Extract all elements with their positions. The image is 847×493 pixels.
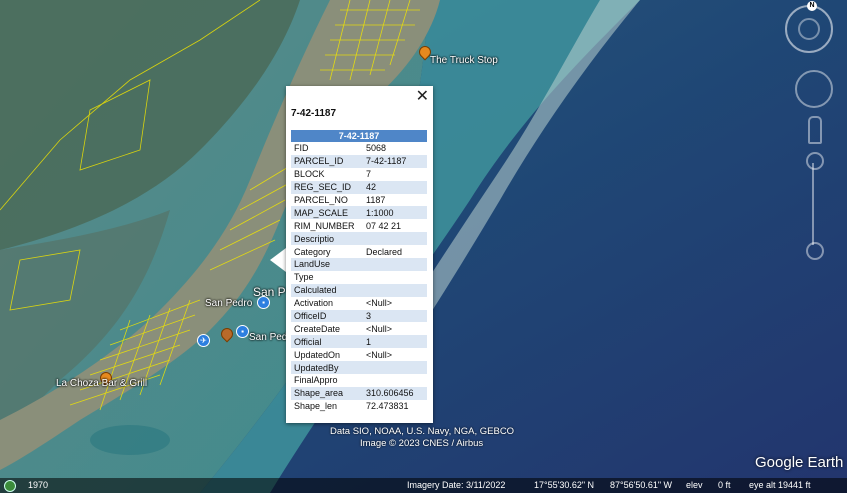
attribute-row: Descriptio <box>291 232 427 246</box>
attribute-key: PARCEL_ID <box>291 154 363 168</box>
compass-icon[interactable] <box>785 5 833 53</box>
attribute-row: Activation <Null> <box>291 297 427 310</box>
attribute-key: Descriptio <box>291 232 363 246</box>
map-attribution: Data SIO, NOAA, U.S. Navy, NGA, GEBCO Im… <box>330 426 530 450</box>
attribute-key: OfficeID <box>291 309 363 323</box>
attribute-value: 5068 <box>366 143 387 154</box>
attribute-row: RIM_NUMBER 07 42 21 <box>291 219 427 232</box>
google-earth-logo: Google Earth <box>755 454 844 471</box>
attribute-row: LandUse <box>291 258 427 271</box>
attribute-key: Shape_len <box>294 401 338 412</box>
attribute-value: Declared <box>366 246 403 257</box>
attribute-row: PARCEL_NO 1187 <box>291 194 427 207</box>
popup-tail <box>270 248 286 272</box>
place-label-la-choza[interactable]: La Choza Bar & Grill <box>56 378 147 389</box>
elevation-label: elev <box>686 480 703 490</box>
zoom-in-icon[interactable] <box>806 152 824 170</box>
attribute-row: OfficeID 3 <box>291 309 427 323</box>
historical-year[interactable]: 1970 <box>28 478 48 493</box>
zoom-slider[interactable] <box>812 163 814 245</box>
popup-title: 7-42-1187 <box>291 108 337 119</box>
attribute-row: FinalAppro <box>291 374 427 387</box>
place-label-truck-stop[interactable]: The Truck Stop <box>430 55 498 66</box>
attribute-row: BLOCK 7 <box>291 168 427 181</box>
attribute-row: Shape_len 72.473831 <box>291 400 427 413</box>
globe-icon[interactable] <box>4 480 16 492</box>
imagery-date: Imagery Date: 3/11/2022 <box>407 480 506 490</box>
compass-inner-ring[interactable] <box>798 18 820 40</box>
place-label-san-pedro[interactable]: San Pedro <box>205 298 252 309</box>
attribute-value: 07 42 21 <box>366 220 402 231</box>
attribute-value: 7-42-1187 <box>363 154 427 168</box>
attribute-value: 42 <box>363 180 427 194</box>
eye-altitude: eye alt 19441 ft <box>749 480 811 490</box>
latitude-readout: 17°55'30.62" N <box>534 480 595 490</box>
attribute-row: Shape_area 310.606456 <box>291 386 427 400</box>
attribute-row: Type <box>291 271 427 284</box>
elevation-value: 0 ft <box>718 480 731 490</box>
attribute-row: Calculated <box>291 283 427 297</box>
attribute-key: UpdatedOn <box>294 349 341 360</box>
status-bar: 1970 Imagery Date: 3/11/2022 17°55'30.62… <box>0 478 847 493</box>
attribute-key: Official <box>291 335 363 349</box>
attribute-key: REG_SEC_ID <box>291 180 363 194</box>
attribute-key: CreateDate <box>294 323 341 334</box>
attribute-value: 7 <box>366 169 372 180</box>
attribute-value <box>363 258 427 271</box>
zoom-out-icon[interactable] <box>806 242 824 260</box>
attribute-value <box>363 374 427 387</box>
attribute-row: Category Declared <box>291 245 427 258</box>
attribute-value: 310.606456 <box>363 386 427 400</box>
attribute-value: <Null> <box>366 298 393 309</box>
attribute-key: FinalAppro <box>294 375 338 386</box>
airport-pin-icon[interactable]: ✈ <box>197 334 210 347</box>
attribute-value <box>363 283 427 297</box>
attribute-key: LandUse <box>291 258 363 271</box>
hotel-pin-icon[interactable]: ▪ <box>257 296 270 309</box>
attribution-data: Data SIO, NOAA, U.S. Navy, NGA, GEBCO <box>330 426 515 437</box>
attribute-value <box>363 361 427 375</box>
attribute-value: <Null> <box>366 349 393 360</box>
parcel-info-popup: ✕ 7-42-1187 7-42-1187 FID 5068 PARCEL_ID 7-… <box>286 86 433 423</box>
attribute-row: Official 1 <box>291 335 427 349</box>
attribute-table-header-cell: 7-42-1187 <box>291 130 427 142</box>
attribute-key: Shape_area <box>291 386 363 400</box>
attribute-key: BLOCK <box>294 169 325 180</box>
attribute-row: REG_SEC_ID 42 <box>291 180 427 194</box>
attribute-key: PARCEL_NO <box>294 195 348 205</box>
attribute-value: <Null> <box>366 323 393 334</box>
attribute-table: 7-42-1187 FID 5068 PARCEL_ID 7-42-1187 BLOCK… <box>291 130 427 413</box>
attribute-key: Activation <box>294 298 334 309</box>
attribute-value: 1:1000 <box>363 206 427 220</box>
attribute-table-header: 7-42-1187 <box>291 130 427 142</box>
pegman-icon[interactable] <box>808 116 822 144</box>
attribute-row: CreateDate <Null> <box>291 322 427 335</box>
attribute-value: 72.473831 <box>366 401 409 412</box>
attribute-row: MAP_SCALE 1:1000 <box>291 206 427 220</box>
attribute-key: UpdatedBy <box>291 361 363 375</box>
attribute-row: UpdatedOn <Null> <box>291 348 427 361</box>
transit-pin-icon[interactable]: ▪ <box>236 325 249 338</box>
attribute-key: Category <box>294 246 331 257</box>
attribute-value: 3 <box>363 309 427 323</box>
attribution-imagery: Image © 2023 CNES / Airbus <box>360 438 484 449</box>
attribute-row: PARCEL_ID 7-42-1187 <box>291 154 427 168</box>
longitude-readout: 87°56'50.61" W <box>610 480 673 490</box>
attribute-row: FID 5068 <box>291 142 427 155</box>
attribute-row: UpdatedBy <box>291 361 427 375</box>
look-joystick-icon[interactable] <box>795 70 833 108</box>
attribute-key: FID <box>294 143 309 154</box>
attribute-key: MAP_SCALE <box>291 206 363 220</box>
attribute-key: Calculated <box>291 283 363 297</box>
close-icon[interactable]: ✕ <box>416 86 429 105</box>
attribute-value: 1187 <box>366 195 386 205</box>
attribute-value <box>363 232 427 246</box>
attribute-key: RIM_NUMBER <box>294 220 355 231</box>
compass-north-label[interactable]: N <box>807 1 817 11</box>
attribute-key: Type <box>294 272 314 283</box>
place-label-san-pedro-large[interactable]: San P <box>253 285 286 299</box>
attribute-value: 1 <box>363 335 427 349</box>
attribute-value <box>363 271 427 284</box>
